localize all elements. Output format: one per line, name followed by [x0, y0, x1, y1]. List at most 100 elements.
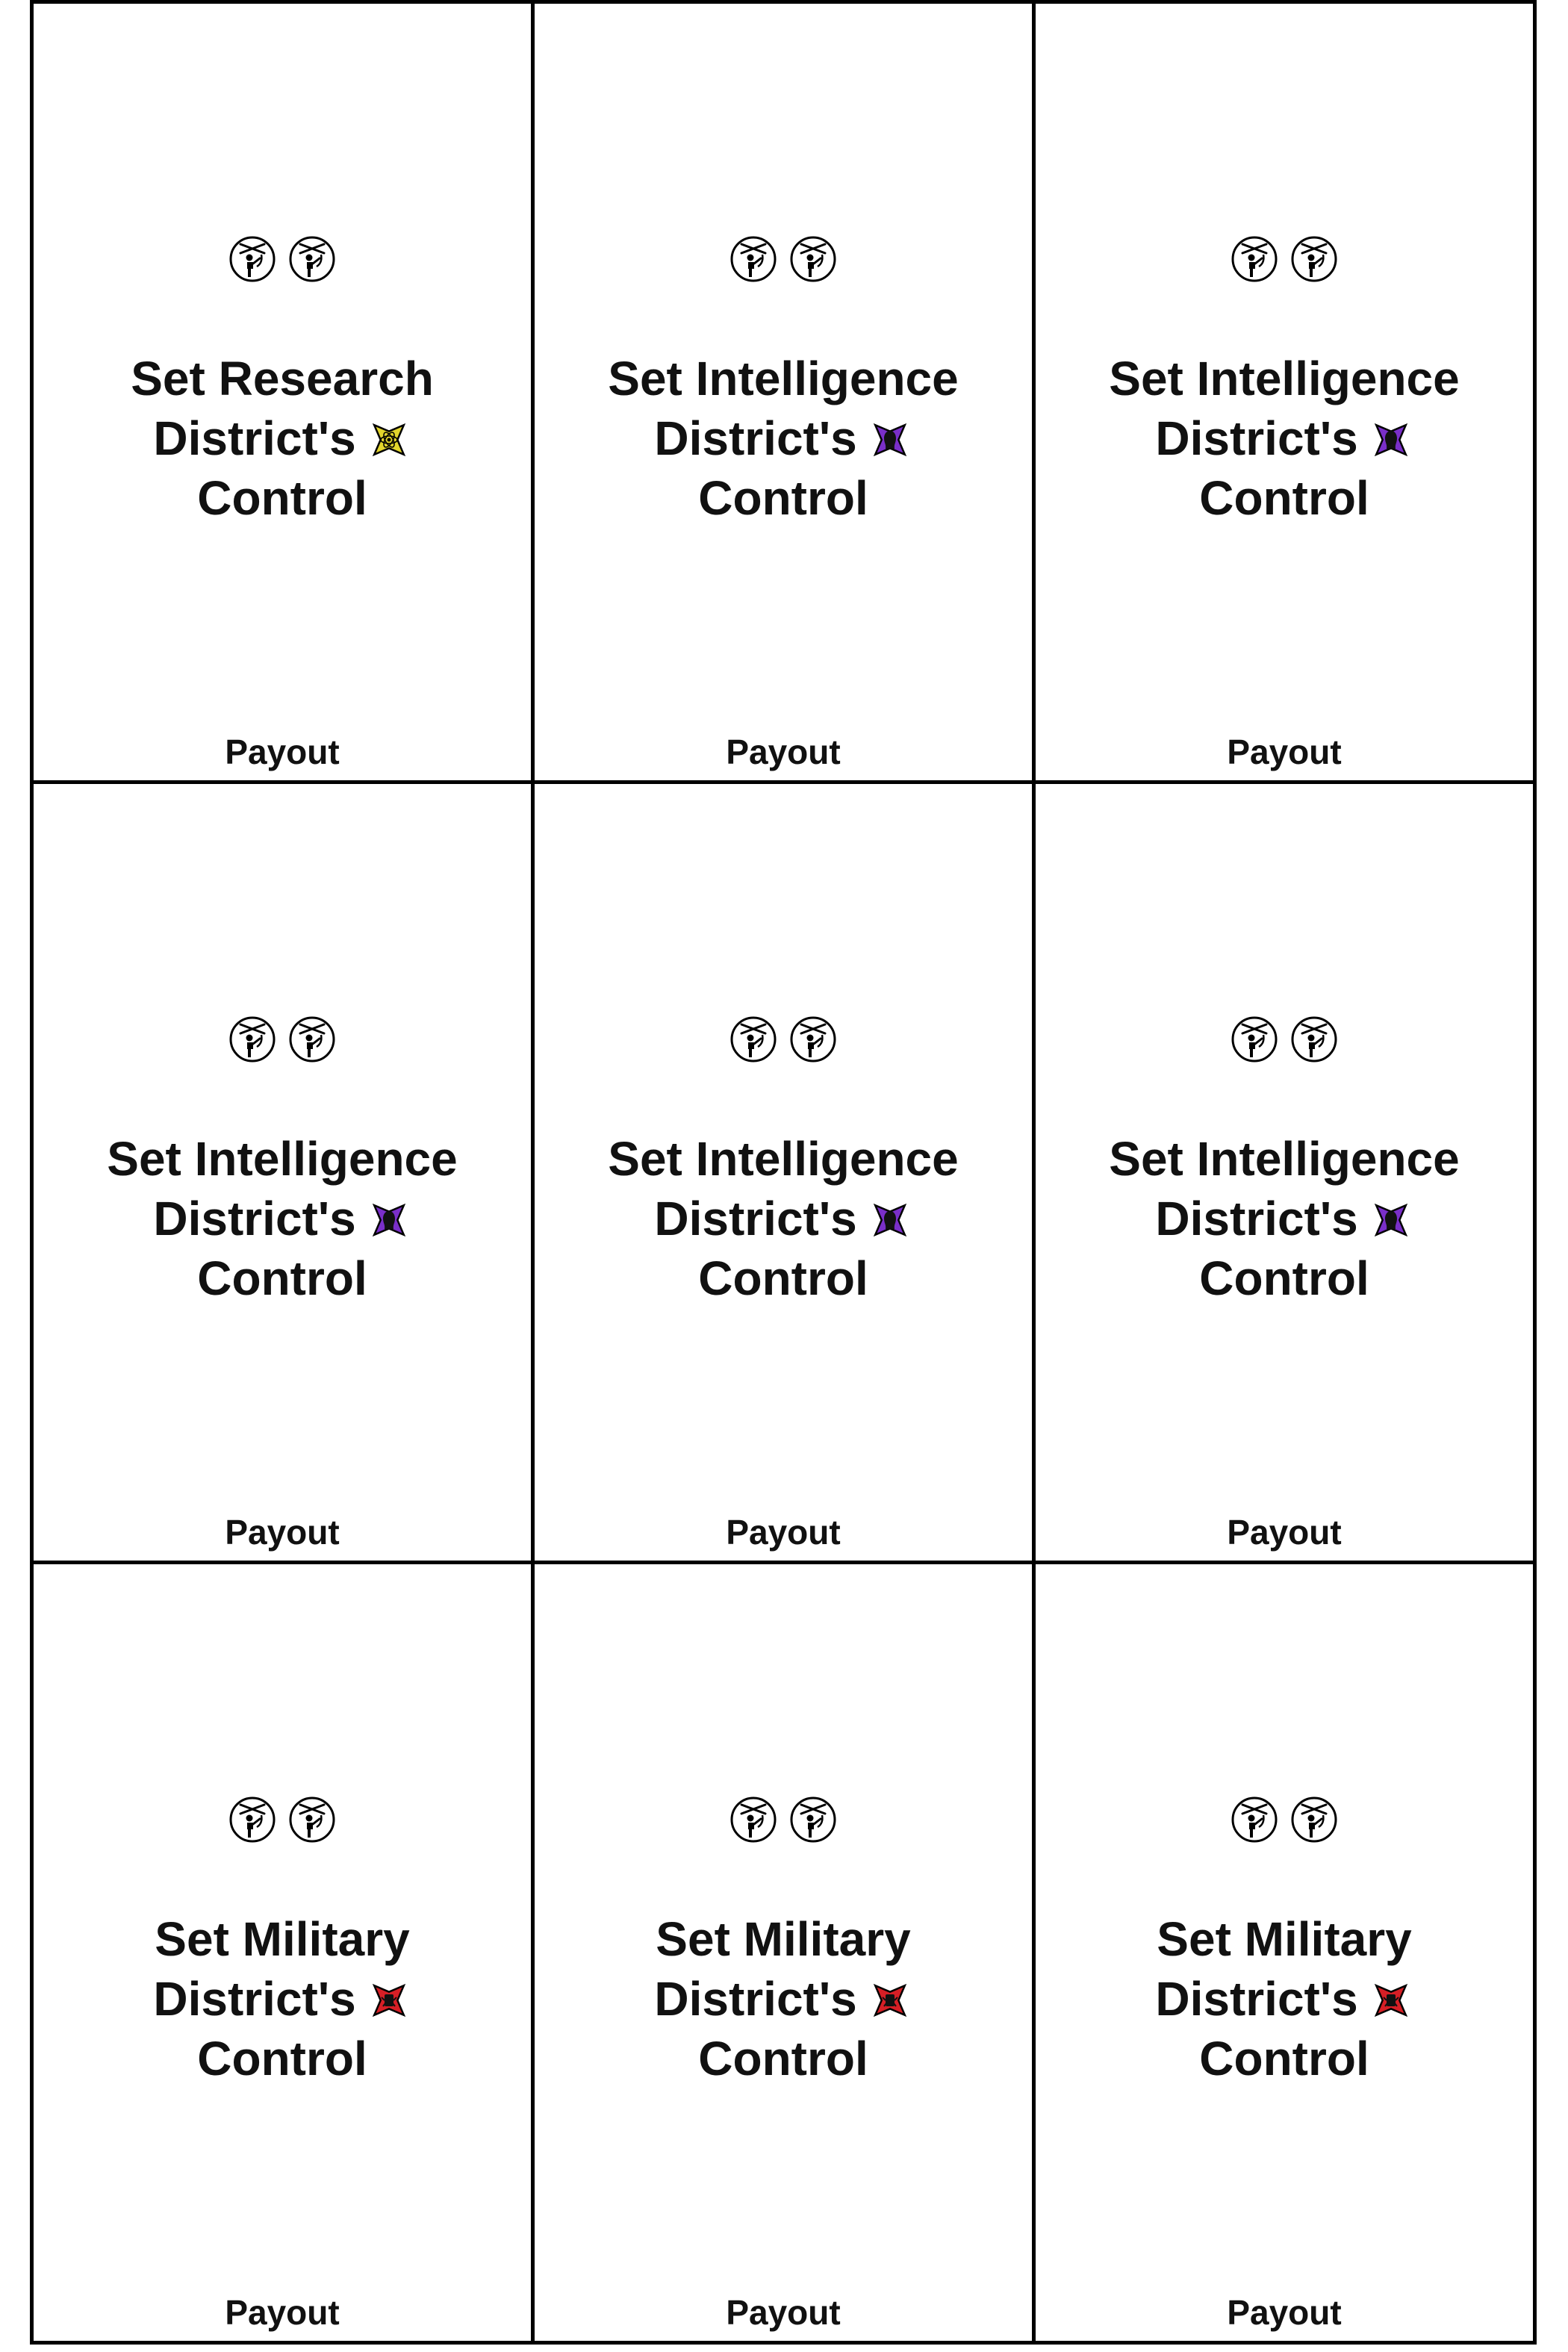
card-title-control: Control — [698, 2032, 868, 2085]
worker-figure-icon — [789, 235, 837, 286]
card-title: Set Intelligence District's Control — [535, 1129, 1032, 1308]
card-title-set: Set Intelligence — [608, 1132, 959, 1186]
card-title-control: Control — [197, 471, 367, 525]
military-star-icon — [868, 1978, 912, 2023]
action-card-9[interactable]: Set Military District's Control Payout — [1032, 1561, 1537, 2345]
card-title-control: Control — [698, 471, 868, 525]
action-card-5[interactable]: Set Intelligence District's Control Payo… — [531, 780, 1036, 1564]
payout-label: Payout — [726, 2293, 841, 2332]
card-title-control: Control — [197, 1251, 367, 1305]
payout-label: Payout — [1227, 2293, 1342, 2332]
worker-figure-icon — [288, 1015, 336, 1066]
payout-label: Payout — [225, 2293, 340, 2332]
payout-label: Payout — [225, 732, 340, 771]
worker-figure-icon — [729, 235, 777, 286]
card-title-district: District's — [153, 411, 356, 465]
cost-icons — [34, 1796, 531, 1847]
worker-figure-icon — [1290, 235, 1338, 286]
intelligence-star-icon — [1369, 417, 1413, 462]
card-title-district-line: District's — [34, 1189, 531, 1248]
card-title: Set Military District's Control — [34, 1909, 531, 2088]
worker-figure-icon — [1290, 1796, 1338, 1847]
military-star-icon — [367, 1978, 411, 2023]
card-title-set: Set Military — [656, 1912, 911, 1966]
payout-label: Payout — [726, 1513, 841, 1552]
card-title-control: Control — [698, 1251, 868, 1305]
card-title-set: Set Research — [131, 352, 434, 405]
cost-icons — [1036, 1796, 1533, 1847]
worker-figure-icon — [228, 235, 276, 286]
intelligence-star-icon — [367, 1198, 411, 1242]
worker-figure-icon — [1231, 235, 1278, 286]
card-title-district: District's — [654, 411, 857, 465]
card-title-set: Set Intelligence — [107, 1132, 458, 1186]
worker-figure-icon — [789, 1796, 837, 1847]
card-title-district: District's — [153, 1192, 356, 1245]
intelligence-star-icon — [868, 417, 912, 462]
intelligence-star-icon — [868, 1198, 912, 1242]
card-title-control: Control — [1199, 2032, 1369, 2085]
payout-label: Payout — [1227, 732, 1342, 771]
payout-label: Payout — [1227, 1513, 1342, 1552]
action-card-1[interactable]: Set Research District's Control Payout — [30, 0, 535, 784]
cost-icons — [535, 1015, 1032, 1066]
intelligence-star-icon — [1369, 1198, 1413, 1242]
card-title-set: Set Intelligence — [608, 352, 959, 405]
cost-icons — [1036, 235, 1533, 286]
action-card-7[interactable]: Set Military District's Control Payout — [30, 1561, 535, 2345]
card-title: Set Intelligence District's Control — [535, 349, 1032, 528]
card-title-district-line: District's — [535, 1969, 1032, 2029]
card-title-district-line: District's — [34, 408, 531, 468]
card-title-control: Control — [197, 2032, 367, 2085]
card-title: Set Military District's Control — [535, 1909, 1032, 2088]
action-card-2[interactable]: Set Intelligence District's Control Payo… — [531, 0, 1036, 784]
card-title-district: District's — [153, 1972, 356, 2026]
card-title-control: Control — [1199, 471, 1369, 525]
worker-figure-icon — [288, 235, 336, 286]
worker-figure-icon — [228, 1015, 276, 1066]
action-card-6[interactable]: Set Intelligence District's Control Payo… — [1032, 780, 1537, 1564]
cost-icons — [535, 1796, 1032, 1847]
worker-figure-icon — [789, 1015, 837, 1066]
worker-figure-icon — [729, 1015, 777, 1066]
worker-figure-icon — [228, 1796, 276, 1847]
card-title-set: Set Intelligence — [1109, 352, 1460, 405]
action-card-8[interactable]: Set Military District's Control Payout — [531, 1561, 1036, 2345]
worker-figure-icon — [288, 1796, 336, 1847]
card-title: Set Intelligence District's Control — [1036, 1129, 1533, 1308]
military-star-icon — [1369, 1978, 1413, 2023]
card-title-district-line: District's — [535, 408, 1032, 468]
card-title-district: District's — [654, 1192, 857, 1245]
payout-label: Payout — [726, 732, 841, 771]
card-sheet: Set Research District's Control Payout S… — [30, 0, 1537, 2345]
card-title: Set Military District's Control — [1036, 1909, 1533, 2088]
card-title-district-line: District's — [34, 1969, 531, 2029]
cost-icons — [535, 235, 1032, 286]
card-title: Set Research District's Control — [34, 349, 531, 528]
card-title-set: Set Military — [155, 1912, 410, 1966]
action-card-4[interactable]: Set Intelligence District's Control Payo… — [30, 780, 535, 1564]
card-title-district: District's — [1155, 411, 1358, 465]
card-title-set: Set Intelligence — [1109, 1132, 1460, 1186]
card-title: Set Intelligence District's Control — [34, 1129, 531, 1308]
card-title-district-line: District's — [1036, 1969, 1533, 2029]
action-card-3[interactable]: Set Intelligence District's Control Payo… — [1032, 0, 1537, 784]
card-title-district-line: District's — [1036, 1189, 1533, 1248]
card-title-control: Control — [1199, 1251, 1369, 1305]
card-title-district-line: District's — [1036, 408, 1533, 468]
cost-icons — [34, 235, 531, 286]
card-title: Set Intelligence District's Control — [1036, 349, 1533, 528]
research-star-icon — [367, 417, 411, 462]
card-title-district: District's — [654, 1972, 857, 2026]
worker-figure-icon — [729, 1796, 777, 1847]
card-title-district: District's — [1155, 1192, 1358, 1245]
card-title-district: District's — [1155, 1972, 1358, 2026]
payout-label: Payout — [225, 1513, 340, 1552]
cost-icons — [34, 1015, 531, 1066]
card-title-district-line: District's — [535, 1189, 1032, 1248]
cost-icons — [1036, 1015, 1533, 1066]
worker-figure-icon — [1231, 1015, 1278, 1066]
worker-figure-icon — [1231, 1796, 1278, 1847]
card-title-set: Set Military — [1157, 1912, 1412, 1966]
worker-figure-icon — [1290, 1015, 1338, 1066]
